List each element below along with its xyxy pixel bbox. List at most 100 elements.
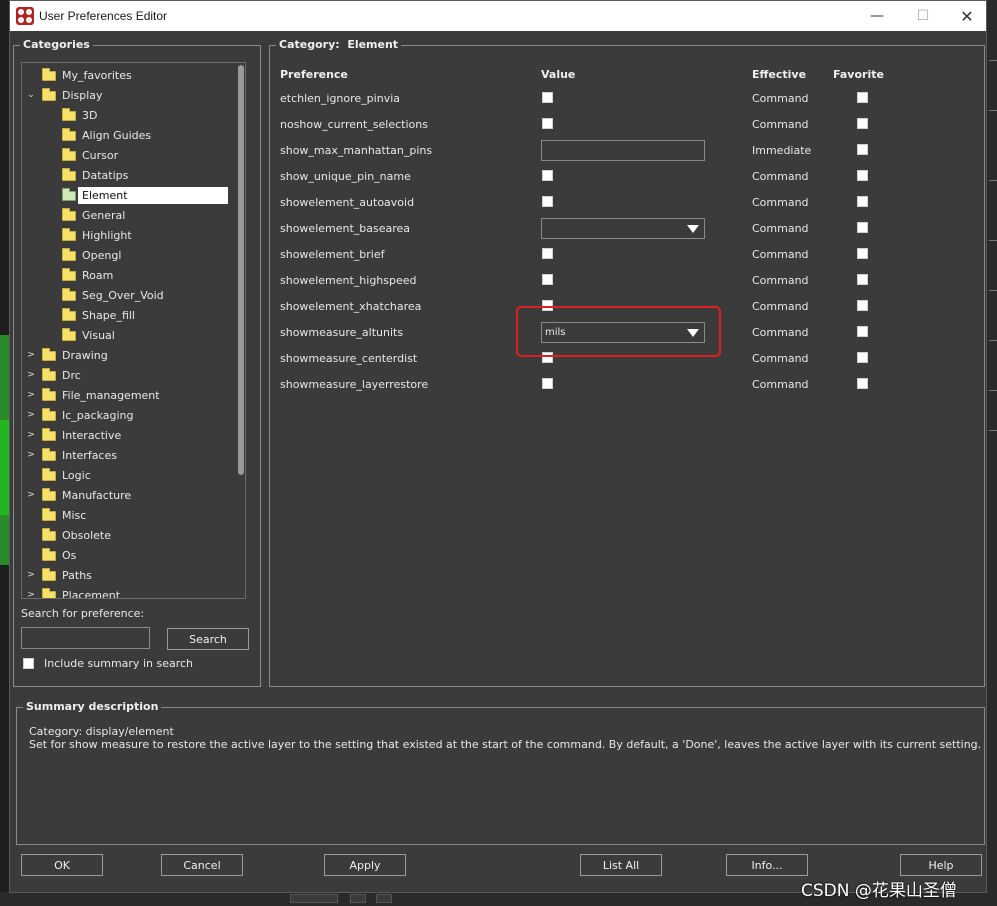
tree-item-label: Datatips <box>82 168 129 182</box>
collapse-arrow-icon[interactable]: ⌄ <box>26 90 36 100</box>
pref-name: showelement_xhatcharea <box>280 300 422 313</box>
tree-item[interactable]: Datatips <box>22 165 236 185</box>
folder-icon <box>62 208 76 221</box>
search-input[interactable] <box>21 627 150 649</box>
tree-item-label: Element <box>78 186 228 204</box>
tree-item-label: Misc <box>62 508 87 522</box>
tree-scrollbar[interactable] <box>236 63 245 598</box>
tree-item[interactable]: Visual <box>22 325 236 345</box>
pref-favorite-checkbox[interactable] <box>857 248 868 259</box>
pref-name: showmeasure_centerdist <box>280 352 418 365</box>
tree-item[interactable]: Logic <box>22 465 236 485</box>
search-button[interactable]: Search <box>167 628 249 650</box>
pref-favorite-checkbox[interactable] <box>857 118 868 129</box>
tree-item[interactable]: > Interfaces <box>22 445 236 465</box>
tree-item[interactable]: My_favorites <box>22 65 236 85</box>
maximize-button[interactable]: ☐ <box>900 1 946 31</box>
pref-value-checkbox[interactable] <box>542 170 553 181</box>
tree-item[interactable]: > Paths <box>22 565 236 585</box>
expand-arrow-icon[interactable]: > <box>26 390 36 400</box>
pref-favorite-checkbox[interactable] <box>857 300 868 311</box>
tree-item[interactable]: Align Guides <box>22 125 236 145</box>
column-value: Value <box>541 68 576 81</box>
tree-item[interactable]: > Drc <box>22 365 236 385</box>
title-bar[interactable]: User Preferences Editor — ☐ ✕ <box>10 1 986 31</box>
summary-title: Summary description <box>23 700 162 713</box>
category-panel-value: Element <box>347 38 399 51</box>
pref-effective: Command <box>752 92 809 105</box>
window-title: User Preferences Editor <box>39 9 168 23</box>
minimize-button[interactable]: — <box>854 1 900 31</box>
tree-item-label: Highlight <box>82 228 132 242</box>
pref-favorite-checkbox[interactable] <box>857 144 868 155</box>
minimize-icon: — <box>870 8 884 24</box>
tree-item-label: Opengl <box>82 248 122 262</box>
tree-item[interactable]: Cursor <box>22 145 236 165</box>
expand-arrow-icon[interactable]: > <box>26 350 36 360</box>
help-button[interactable]: Help <box>900 854 982 876</box>
pref-favorite-checkbox[interactable] <box>857 170 868 181</box>
expand-arrow-icon[interactable]: > <box>26 430 36 440</box>
include-summary-checkbox[interactable] <box>23 658 34 669</box>
pref-value-checkbox[interactable] <box>542 118 553 129</box>
expand-arrow-icon[interactable]: > <box>26 370 36 380</box>
tree-item[interactable]: Shape_fill <box>22 305 236 325</box>
pref-favorite-checkbox[interactable] <box>857 326 868 337</box>
cancel-button[interactable]: Cancel <box>161 854 243 876</box>
folder-icon <box>42 368 56 381</box>
tree-scrollbar-thumb[interactable] <box>238 65 244 475</box>
info-button[interactable]: Info... <box>726 854 808 876</box>
dropdown-arrow-icon[interactable] <box>687 225 699 233</box>
expand-arrow-icon[interactable]: > <box>26 450 36 460</box>
pref-value-checkbox[interactable] <box>542 248 553 259</box>
pref-value-dropdown[interactable] <box>541 218 705 239</box>
tree-item[interactable]: Opengl <box>22 245 236 265</box>
pref-favorite-checkbox[interactable] <box>857 222 868 233</box>
folder-icon <box>42 528 56 541</box>
tree-item[interactable]: 3D <box>22 105 236 125</box>
tree-item[interactable]: ⌄ Display <box>22 85 236 105</box>
tree-item[interactable]: Seg_Over_Void <box>22 285 236 305</box>
pref-favorite-checkbox[interactable] <box>857 274 868 285</box>
category-tree[interactable]: My_favorites ⌄ Display 3D Align Guides Cursor… <box>21 62 246 599</box>
list-all-button[interactable]: List All <box>580 854 662 876</box>
tree-item[interactable]: > Manufacture <box>22 485 236 505</box>
pref-favorite-checkbox[interactable] <box>857 196 868 207</box>
tree-item[interactable]: Os <box>22 545 236 565</box>
categories-title: Categories <box>20 38 93 51</box>
expand-arrow-icon[interactable]: > <box>26 570 36 580</box>
pref-value-checkbox[interactable] <box>542 92 553 103</box>
pref-effective: Command <box>752 170 809 183</box>
preferences-dialog: User Preferences Editor — ☐ ✕ Categories… <box>9 0 987 893</box>
tree-item[interactable]: > File_management <box>22 385 236 405</box>
tree-item[interactable]: Obsolete <box>22 525 236 545</box>
pref-value-checkbox[interactable] <box>542 274 553 285</box>
pref-favorite-checkbox[interactable] <box>857 378 868 389</box>
pref-name: showmeasure_altunits <box>280 326 404 339</box>
tree-item[interactable]: > Drawing <box>22 345 236 365</box>
tree-item[interactable]: Misc <box>22 505 236 525</box>
tree-item[interactable]: > Placement <box>22 585 236 598</box>
tree-item[interactable]: Element <box>22 185 236 205</box>
apply-button[interactable]: Apply <box>324 854 406 876</box>
pref-value-input[interactable] <box>541 140 705 161</box>
pref-value-checkbox[interactable] <box>542 378 553 389</box>
ok-button[interactable]: OK <box>21 854 103 876</box>
folder-icon <box>62 308 76 321</box>
close-button[interactable]: ✕ <box>944 1 990 31</box>
pref-favorite-checkbox[interactable] <box>857 92 868 103</box>
tree-item-label: Drawing <box>62 348 108 362</box>
pref-value-checkbox[interactable] <box>542 196 553 207</box>
tree-item[interactable]: > Interactive <box>22 425 236 445</box>
tree-item[interactable]: Highlight <box>22 225 236 245</box>
expand-arrow-icon[interactable]: > <box>26 410 36 420</box>
pref-favorite-checkbox[interactable] <box>857 352 868 363</box>
tree-item[interactable]: > Ic_packaging <box>22 405 236 425</box>
tree-item[interactable]: General <box>22 205 236 225</box>
expand-arrow-icon[interactable]: > <box>26 590 36 598</box>
tree-item[interactable]: Roam <box>22 265 236 285</box>
summary-category: Category: display/element <box>29 725 174 738</box>
pref-effective: Immediate <box>752 144 812 157</box>
expand-arrow-icon[interactable]: > <box>26 490 36 500</box>
tree-item-label: Visual <box>82 328 115 342</box>
